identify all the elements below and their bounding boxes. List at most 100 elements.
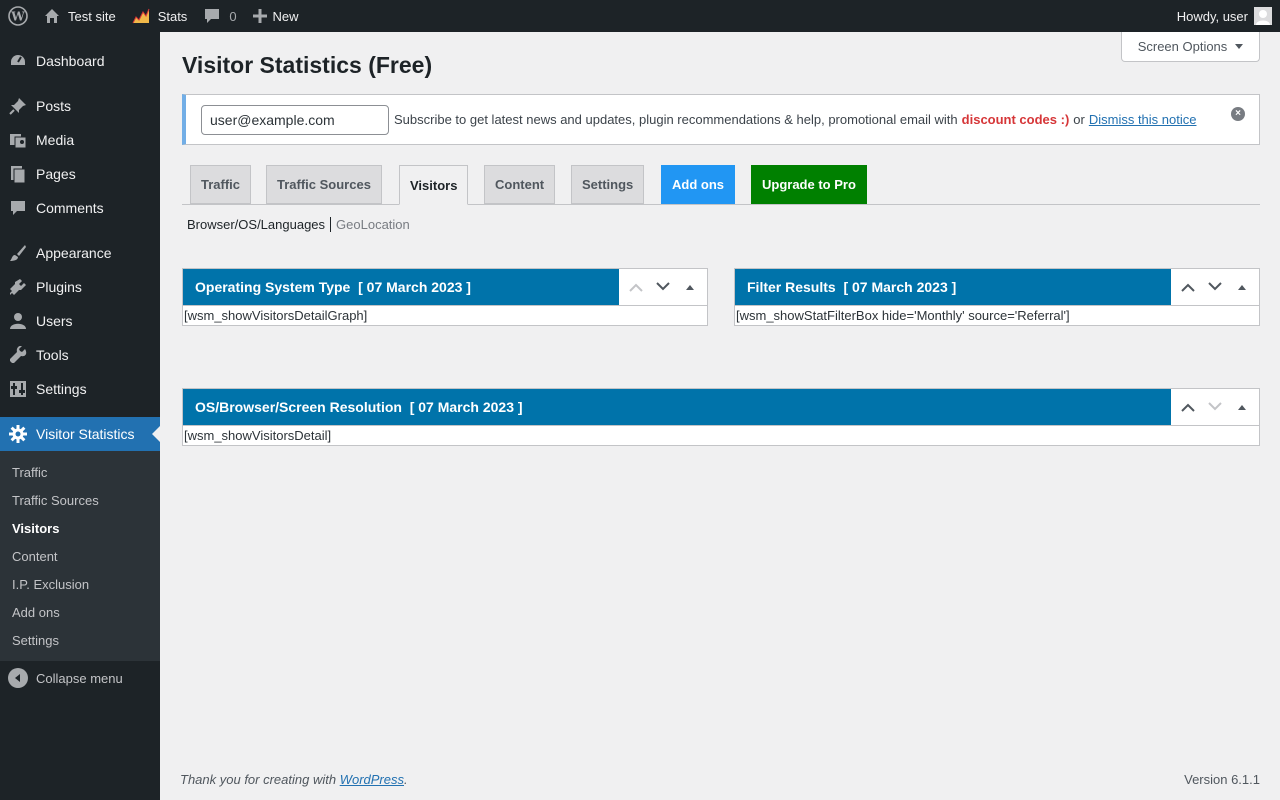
panel-controls xyxy=(1171,389,1259,425)
settings-icon xyxy=(8,379,28,399)
panel-body: [wsm_showStatFilterBox hide='Monthly' so… xyxy=(735,305,1259,325)
dropdown-arrow-icon xyxy=(1235,44,1244,49)
collapse-menu-label: Collapse menu xyxy=(36,670,123,686)
move-down-icon[interactable] xyxy=(651,275,675,299)
pin-icon xyxy=(8,96,28,116)
move-down-icon[interactable] xyxy=(1203,395,1227,419)
panel-title: Operating System Type [ 07 March 2023 ] xyxy=(195,279,471,295)
howdy-label: Howdy, user xyxy=(1176,8,1248,24)
sidebar-item-label: Users xyxy=(36,313,73,329)
wordpress-link[interactable]: WordPress xyxy=(340,772,404,787)
sidebar-item-appearance[interactable]: Appearance xyxy=(0,236,160,270)
sidebar-item-label: Pages xyxy=(36,166,76,182)
tab-traffic-sources[interactable]: Traffic Sources xyxy=(266,165,382,204)
stats-chart-icon xyxy=(132,8,150,24)
panel-filter-results: Filter Results [ 07 March 2023 ] [wsm_sh… xyxy=(734,268,1260,326)
sidebar-item-plugins[interactable]: Plugins xyxy=(0,270,160,304)
submenu-add-ons[interactable]: Add ons xyxy=(0,598,160,626)
avatar xyxy=(1254,7,1272,25)
subscribe-notice: Subscribe to get latest news and updates… xyxy=(182,94,1260,145)
move-down-icon[interactable] xyxy=(1203,275,1227,299)
notice-or: or xyxy=(1073,112,1085,127)
user-icon xyxy=(8,311,28,331)
wordpress-logo-icon[interactable]: W xyxy=(0,0,36,32)
nav-tabs: Traffic Traffic Sources Visitors Content… xyxy=(182,165,1260,205)
site-name-link[interactable]: Test site xyxy=(36,0,124,32)
sidebar-item-label: Plugins xyxy=(36,279,82,295)
comments-link[interactable]: 0 xyxy=(195,0,244,32)
plus-icon xyxy=(252,9,267,23)
page-title: Visitor Statistics (Free) xyxy=(182,52,433,78)
account-menu[interactable]: Howdy, user xyxy=(1177,7,1280,25)
brush-icon xyxy=(8,243,28,263)
move-up-icon[interactable] xyxy=(1176,275,1200,299)
new-content-link[interactable]: New xyxy=(245,0,307,32)
footer-thanks: Thank you for creating with WordPress. xyxy=(180,772,408,787)
panel-operating-system-type: Operating System Type [ 07 March 2023 ] … xyxy=(182,268,708,326)
sidebar-item-label: Settings xyxy=(36,381,87,397)
toggle-panel-icon[interactable] xyxy=(678,275,702,299)
subnav-browser-os-languages[interactable]: Browser/OS/Languages xyxy=(187,216,332,232)
subnav-geolocation[interactable]: GeoLocation xyxy=(331,217,410,232)
sidebar-item-posts[interactable]: Posts xyxy=(0,89,160,123)
sidebar-item-comments[interactable]: Comments xyxy=(0,191,160,225)
sidebar-item-label: Appearance xyxy=(36,245,112,261)
move-up-icon[interactable] xyxy=(1176,395,1200,419)
notice-text: Subscribe to get latest news and updates… xyxy=(394,112,958,127)
pages-icon xyxy=(8,164,28,184)
sidebar-item-media[interactable]: Media xyxy=(0,123,160,157)
footer-version: Version 6.1.1 xyxy=(1184,772,1260,787)
sidebar-item-visitor-statistics[interactable]: Visitor Statistics xyxy=(0,417,160,451)
sidebar-item-dashboard[interactable]: Dashboard xyxy=(0,44,160,78)
tab-add-ons[interactable]: Add ons xyxy=(661,165,735,204)
comment-bubble-icon xyxy=(203,8,221,24)
panel-os-browser-screen-resolution: OS/Browser/Screen Resolution [ 07 March … xyxy=(182,388,1260,446)
submenu-traffic-sources[interactable]: Traffic Sources xyxy=(0,486,160,514)
stats-link[interactable]: Stats xyxy=(124,0,196,32)
panel-title: Filter Results [ 07 March 2023 ] xyxy=(747,279,957,295)
panel-header: Filter Results [ 07 March 2023 ] xyxy=(735,269,1259,305)
stats-label: Stats xyxy=(157,8,188,24)
visitor-statistics-submenu: Traffic Traffic Sources Visitors Content… xyxy=(0,451,160,661)
footer-thanks-text: Thank you for creating with xyxy=(180,772,337,787)
submenu-visitors[interactable]: Visitors xyxy=(0,514,160,542)
sidebar-item-pages[interactable]: Pages xyxy=(0,157,160,191)
sidebar-item-label: Comments xyxy=(36,200,104,216)
admin-sidebar: Dashboard Posts Media Pages Comments App… xyxy=(0,32,160,800)
email-field[interactable] xyxy=(201,104,389,135)
collapse-menu-button[interactable]: Collapse menu xyxy=(0,661,160,695)
submenu-ip-exclusion[interactable]: I.P. Exclusion xyxy=(0,570,160,598)
svg-text:W: W xyxy=(10,10,25,24)
sidebar-item-label: Tools xyxy=(36,347,69,363)
comment-icon xyxy=(8,198,28,218)
toggle-panel-icon[interactable] xyxy=(1230,395,1254,419)
sidebar-item-users[interactable]: Users xyxy=(0,304,160,338)
tab-settings[interactable]: Settings xyxy=(571,165,645,204)
tab-upgrade-to-pro[interactable]: Upgrade to Pro xyxy=(751,165,867,204)
submenu-content[interactable]: Content xyxy=(0,542,160,570)
tab-content[interactable]: Content xyxy=(484,165,556,204)
sidebar-item-settings[interactable]: Settings xyxy=(0,372,160,406)
sidebar-item-tools[interactable]: Tools xyxy=(0,338,160,372)
panel-body: [wsm_showVisitorsDetailGraph] xyxy=(183,305,707,325)
sidebar-item-label: Visitor Statistics xyxy=(36,426,135,442)
footer-period: . xyxy=(404,772,408,787)
panel-body: [wsm_showVisitorsDetail] xyxy=(183,425,1259,445)
sidebar-item-label: Dashboard xyxy=(36,53,105,69)
dismiss-notice-link[interactable]: Dismiss this notice xyxy=(1089,112,1197,127)
panel-title: OS/Browser/Screen Resolution [ 07 March … xyxy=(195,399,523,415)
sidebar-item-label: Posts xyxy=(36,98,72,114)
new-label: New xyxy=(272,8,299,24)
screen-options-button[interactable]: Screen Options xyxy=(1121,32,1260,62)
submenu-settings[interactable]: Settings xyxy=(0,626,160,654)
tab-traffic[interactable]: Traffic xyxy=(190,165,252,204)
admin-bar: W Test site Stats 0 New Howdy, user xyxy=(0,0,1280,32)
tab-visitors[interactable]: Visitors xyxy=(399,165,469,205)
gear-icon xyxy=(8,424,28,444)
panel-header: OS/Browser/Screen Resolution [ 07 March … xyxy=(183,389,1259,425)
move-up-icon[interactable] xyxy=(624,275,648,299)
submenu-traffic[interactable]: Traffic xyxy=(0,458,160,486)
panel-controls xyxy=(1171,269,1259,305)
close-icon[interactable]: × xyxy=(1231,107,1245,121)
toggle-panel-icon[interactable] xyxy=(1230,275,1254,299)
